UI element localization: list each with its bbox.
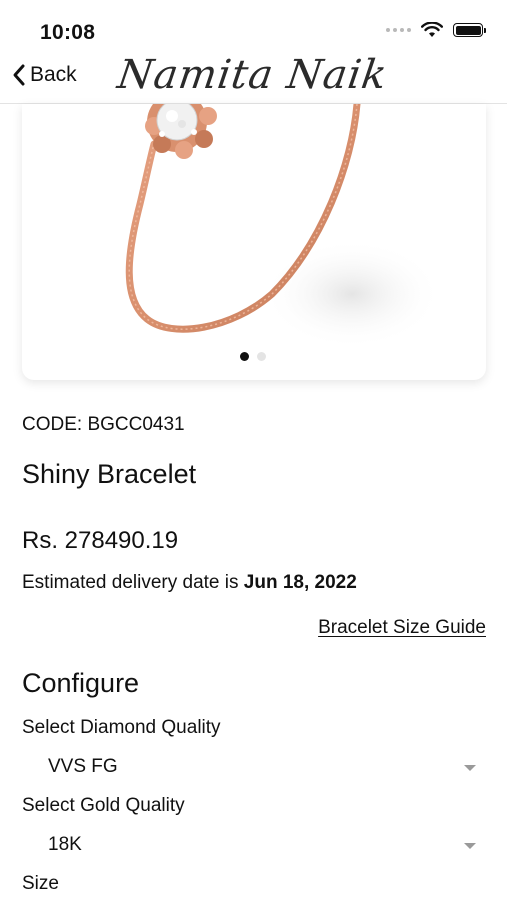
product-image-carousel[interactable] (22, 104, 486, 380)
chevron-left-icon (13, 64, 25, 86)
delivery-prefix: Estimated delivery date is (22, 572, 244, 593)
pager-dot-active[interactable] (240, 352, 249, 361)
product-code: CODE: BGCC0431 (22, 414, 185, 435)
product-title: Shiny Bracelet (22, 459, 197, 489)
brand-logo: Namita Naik (114, 52, 391, 98)
delivery-estimate: Estimated delivery date is Jun 18, 2022 (22, 572, 357, 594)
wifi-icon (421, 22, 443, 37)
diamond-quality-select[interactable]: VVS FG (22, 751, 486, 785)
status-icons (386, 22, 486, 38)
product-price: Rs. 278490.19 (22, 527, 179, 554)
size-label: Size (22, 873, 59, 894)
cellular-signal-icon (386, 28, 411, 32)
diamond-quality-value: VVS FG (48, 756, 118, 777)
gold-quality-value: 18K (48, 834, 82, 855)
image-pager[interactable] (240, 352, 266, 361)
status-bar: 10:08 (0, 0, 507, 50)
diamond-quality-label: Select Diamond Quality (22, 717, 221, 738)
navigation-bar: Back Namita Naik (0, 50, 507, 104)
size-guide-link[interactable]: Bracelet Size Guide (318, 617, 486, 639)
battery-icon (453, 23, 486, 37)
back-label: Back (30, 63, 77, 86)
product-image (125, 104, 442, 349)
gold-quality-label: Select Gold Quality (22, 795, 185, 816)
status-time: 10:08 (40, 21, 96, 44)
gold-quality-select[interactable]: 18K (22, 829, 486, 863)
pager-dot[interactable] (257, 352, 266, 361)
back-button[interactable]: Back (12, 59, 77, 91)
delivery-date: Jun 18, 2022 (243, 572, 357, 593)
dropdown-caret-icon (464, 765, 476, 771)
configure-heading: Configure (22, 668, 140, 698)
dropdown-caret-icon (464, 843, 476, 849)
